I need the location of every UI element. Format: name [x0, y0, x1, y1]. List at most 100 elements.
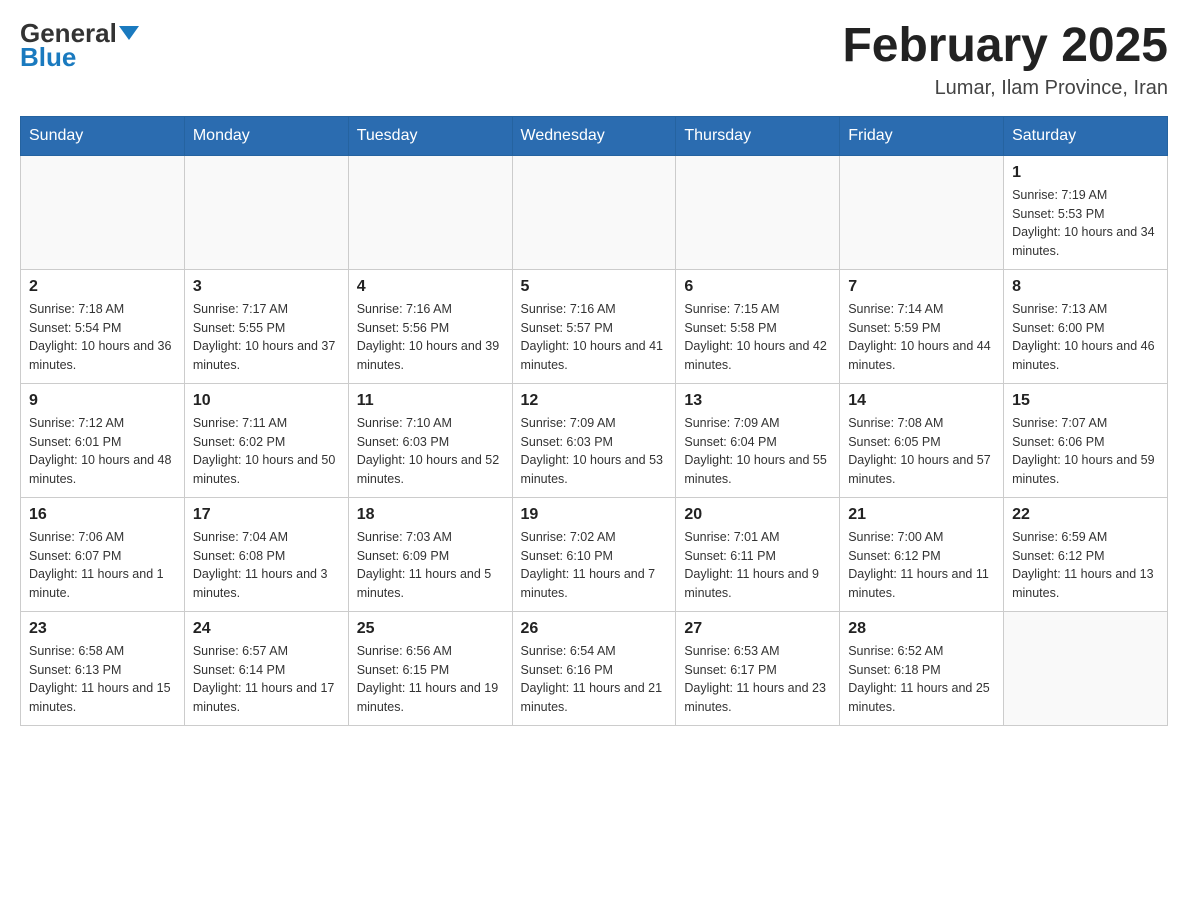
day-number: 21 [848, 506, 995, 524]
table-row: 21 Sunrise: 7:00 AMSunset: 6:12 PMDayligh… [840, 497, 1004, 611]
table-row [840, 155, 1004, 269]
day-number: 23 [29, 620, 176, 638]
day-number: 12 [521, 392, 668, 410]
logo: General Blue [20, 20, 139, 73]
calendar-week-row: 23 Sunrise: 6:58 AMSunset: 6:13 PMDayligh… [21, 611, 1168, 725]
day-info: Sunrise: 7:04 AMSunset: 6:08 PMDaylight:… [193, 528, 340, 603]
day-info: Sunrise: 7:03 AMSunset: 6:09 PMDaylight:… [357, 528, 504, 603]
day-number: 17 [193, 506, 340, 524]
day-info: Sunrise: 7:17 AMSunset: 5:55 PMDaylight:… [193, 300, 340, 375]
col-sunday: Sunday [21, 116, 185, 155]
table-row: 24Sunrise: 6:57 AMSunset: 6:14 PMDayligh… [184, 611, 348, 725]
table-row: 1 Sunrise: 7:19 AMSunset: 5:53 PMDaylight… [1004, 155, 1168, 269]
day-number: 26 [521, 620, 668, 638]
table-row: 11 Sunrise: 7:10 AMSunset: 6:03 PMDayligh… [348, 383, 512, 497]
day-number: 22 [1012, 506, 1159, 524]
day-info: Sunrise: 7:14 AMSunset: 5:59 PMDaylight:… [848, 300, 995, 375]
table-row [512, 155, 676, 269]
table-row: 25 Sunrise: 6:56 AMSunset: 6:15 PMDayligh… [348, 611, 512, 725]
day-info: Sunrise: 7:16 AMSunset: 5:56 PMDaylight:… [357, 300, 504, 375]
day-info: Sunrise: 6:57 AMSunset: 6:14 PMDaylight:… [193, 642, 340, 717]
day-info: Sunrise: 7:18 AMSunset: 5:54 PMDaylight:… [29, 300, 176, 375]
day-info: Sunrise: 7:09 AMSunset: 6:04 PMDaylight:… [684, 414, 831, 489]
table-row [348, 155, 512, 269]
day-number: 10 [193, 392, 340, 410]
day-info: Sunrise: 7:01 AMSunset: 6:11 PMDaylight:… [684, 528, 831, 603]
day-info: Sunrise: 6:58 AMSunset: 6:13 PMDaylight:… [29, 642, 176, 717]
table-row: 27Sunrise: 6:53 AMSunset: 6:17 PMDayligh… [676, 611, 840, 725]
col-tuesday: Tuesday [348, 116, 512, 155]
calendar-week-row: 1 Sunrise: 7:19 AMSunset: 5:53 PMDaylight… [21, 155, 1168, 269]
logo-triangle-icon [119, 26, 139, 40]
table-row: 20 Sunrise: 7:01 AMSunset: 6:11 PMDayligh… [676, 497, 840, 611]
day-number: 6 [684, 278, 831, 296]
table-row: 5 Sunrise: 7:16 AMSunset: 5:57 PMDaylight… [512, 269, 676, 383]
day-number: 18 [357, 506, 504, 524]
col-monday: Monday [184, 116, 348, 155]
table-row: 26 Sunrise: 6:54 AMSunset: 6:16 PMDayligh… [512, 611, 676, 725]
day-number: 14 [848, 392, 995, 410]
day-number: 4 [357, 278, 504, 296]
month-title: February 2025 [842, 20, 1168, 73]
day-info: Sunrise: 7:02 AMSunset: 6:10 PMDaylight:… [521, 528, 668, 603]
table-row: 7 Sunrise: 7:14 AMSunset: 5:59 PMDaylight… [840, 269, 1004, 383]
day-info: Sunrise: 7:00 AMSunset: 6:12 PMDaylight:… [848, 528, 995, 603]
table-row: 6 Sunrise: 7:15 AMSunset: 5:58 PMDaylight… [676, 269, 840, 383]
day-number: 9 [29, 392, 176, 410]
day-number: 20 [684, 506, 831, 524]
calendar-table: Sunday Monday Tuesday Wednesday Thursday… [20, 116, 1168, 726]
calendar-header-row: Sunday Monday Tuesday Wednesday Thursday… [21, 116, 1168, 155]
day-info: Sunrise: 7:16 AMSunset: 5:57 PMDaylight:… [521, 300, 668, 375]
day-info: Sunrise: 7:08 AMSunset: 6:05 PMDaylight:… [848, 414, 995, 489]
col-thursday: Thursday [676, 116, 840, 155]
table-row: 8 Sunrise: 7:13 AMSunset: 6:00 PMDaylight… [1004, 269, 1168, 383]
col-saturday: Saturday [1004, 116, 1168, 155]
table-row [184, 155, 348, 269]
calendar-week-row: 16Sunrise: 7:06 AMSunset: 6:07 PMDayligh… [21, 497, 1168, 611]
day-number: 3 [193, 278, 340, 296]
table-row: 4 Sunrise: 7:16 AMSunset: 5:56 PMDaylight… [348, 269, 512, 383]
table-row: 22 Sunrise: 6:59 AMSunset: 6:12 PMDayligh… [1004, 497, 1168, 611]
table-row: 19 Sunrise: 7:02 AMSunset: 6:10 PMDayligh… [512, 497, 676, 611]
day-number: 28 [848, 620, 995, 638]
day-number: 7 [848, 278, 995, 296]
page-header: General Blue February 2025 Lumar, Ilam P… [20, 20, 1168, 100]
table-row: 23 Sunrise: 6:58 AMSunset: 6:13 PMDayligh… [21, 611, 185, 725]
col-friday: Friday [840, 116, 1004, 155]
location: Lumar, Ilam Province, Iran [842, 77, 1168, 100]
day-info: Sunrise: 7:19 AMSunset: 5:53 PMDaylight:… [1012, 186, 1159, 261]
table-row: 28 Sunrise: 6:52 AMSunset: 6:18 PMDayligh… [840, 611, 1004, 725]
table-row [21, 155, 185, 269]
table-row: 3 Sunrise: 7:17 AMSunset: 5:55 PMDaylight… [184, 269, 348, 383]
table-row: 9Sunrise: 7:12 AMSunset: 6:01 PMDaylight… [21, 383, 185, 497]
day-info: Sunrise: 7:10 AMSunset: 6:03 PMDaylight:… [357, 414, 504, 489]
day-info: Sunrise: 6:59 AMSunset: 6:12 PMDaylight:… [1012, 528, 1159, 603]
day-number: 8 [1012, 278, 1159, 296]
table-row: 12 Sunrise: 7:09 AMSunset: 6:03 PMDayligh… [512, 383, 676, 497]
day-info: Sunrise: 7:09 AMSunset: 6:03 PMDaylight:… [521, 414, 668, 489]
table-row [1004, 611, 1168, 725]
day-info: Sunrise: 6:56 AMSunset: 6:15 PMDaylight:… [357, 642, 504, 717]
day-number: 5 [521, 278, 668, 296]
table-row: 16Sunrise: 7:06 AMSunset: 6:07 PMDayligh… [21, 497, 185, 611]
day-info: Sunrise: 6:53 AMSunset: 6:17 PMDaylight:… [684, 642, 831, 717]
day-number: 25 [357, 620, 504, 638]
table-row: 15 Sunrise: 7:07 AMSunset: 6:06 PMDayligh… [1004, 383, 1168, 497]
day-info: Sunrise: 7:11 AMSunset: 6:02 PMDaylight:… [193, 414, 340, 489]
day-info: Sunrise: 7:15 AMSunset: 5:58 PMDaylight:… [684, 300, 831, 375]
day-number: 1 [1012, 164, 1159, 182]
day-info: Sunrise: 6:52 AMSunset: 6:18 PMDaylight:… [848, 642, 995, 717]
title-area: February 2025 Lumar, Ilam Province, Iran [842, 20, 1168, 100]
day-info: Sunrise: 7:13 AMSunset: 6:00 PMDaylight:… [1012, 300, 1159, 375]
day-number: 11 [357, 392, 504, 410]
day-number: 15 [1012, 392, 1159, 410]
table-row [676, 155, 840, 269]
day-number: 16 [29, 506, 176, 524]
table-row: 13Sunrise: 7:09 AMSunset: 6:04 PMDayligh… [676, 383, 840, 497]
calendar-week-row: 9Sunrise: 7:12 AMSunset: 6:01 PMDaylight… [21, 383, 1168, 497]
day-info: Sunrise: 6:54 AMSunset: 6:16 PMDaylight:… [521, 642, 668, 717]
table-row: 2Sunrise: 7:18 AMSunset: 5:54 PMDaylight… [21, 269, 185, 383]
day-info: Sunrise: 7:07 AMSunset: 6:06 PMDaylight:… [1012, 414, 1159, 489]
calendar-week-row: 2Sunrise: 7:18 AMSunset: 5:54 PMDaylight… [21, 269, 1168, 383]
day-number: 19 [521, 506, 668, 524]
